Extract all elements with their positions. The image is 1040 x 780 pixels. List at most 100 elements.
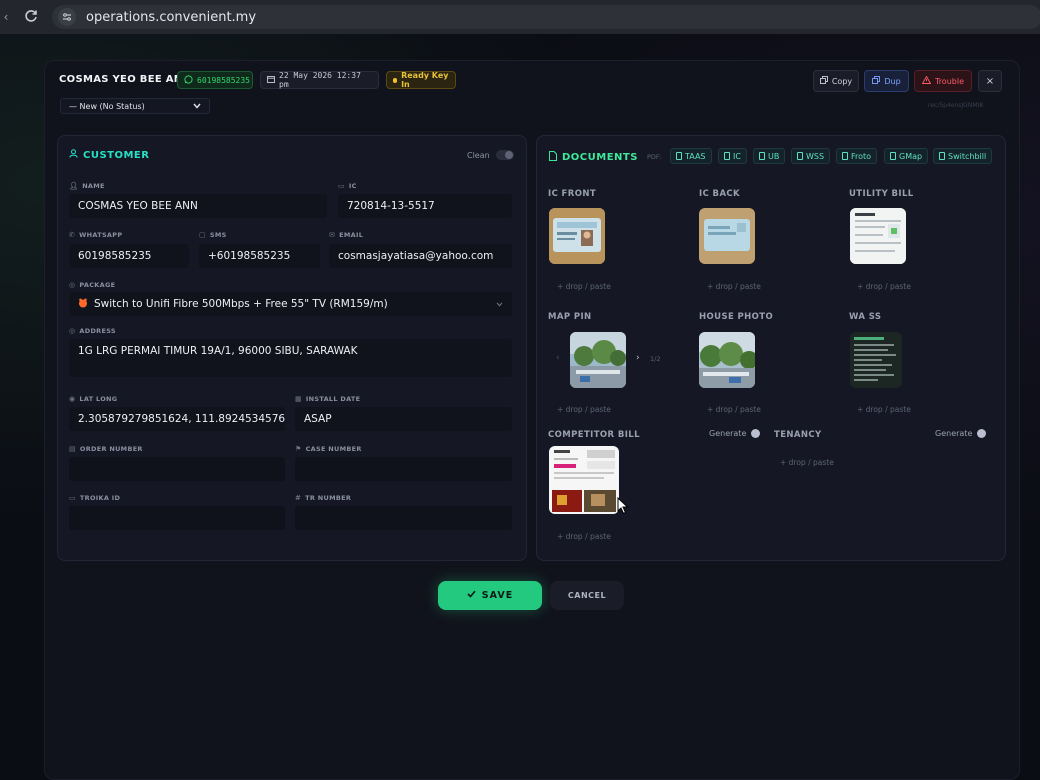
documents-title-text: DOCUMENTS	[562, 152, 638, 163]
install-date-field[interactable]: ASAP	[295, 407, 512, 431]
ic-front-label: IC FRONT	[548, 189, 597, 199]
address-field[interactable]: 1G LRG PERMAI TIMUR 19A/1, 96000 SIBU, S…	[69, 339, 512, 377]
dup-button[interactable]: Dup	[864, 70, 909, 92]
pdf-chip-switchbill[interactable]: Switchbill	[933, 148, 993, 164]
name-field[interactable]: COSMAS YEO BEE ANN	[69, 194, 327, 218]
address-bar[interactable]: operations.convenient.my	[52, 5, 1040, 29]
save-button-label: SAVE	[481, 590, 514, 601]
house-photo-drop[interactable]: + drop / paste	[707, 405, 761, 414]
email-field[interactable]: cosmasjayatiasa@yahoo.com	[329, 244, 512, 268]
pdf-icon	[759, 152, 765, 160]
generate-switch-icon[interactable]	[977, 429, 987, 438]
pdf-chip-froto[interactable]: Froto	[836, 148, 878, 164]
clean-label: Clean	[467, 150, 490, 160]
documents-section-title: DOCUMENTS	[549, 151, 638, 164]
check-icon	[467, 590, 476, 601]
map-pin-thumbnail[interactable]	[570, 332, 626, 388]
hash-icon: #	[295, 494, 302, 502]
datetime-badge: 22 May 2026 12:37 pm	[260, 71, 379, 89]
latlong-field[interactable]: 2.305879279851624, 111.892453457671	[69, 407, 285, 431]
house-photo-thumbnail[interactable]	[699, 332, 755, 388]
previous-icon[interactable]: ‹	[556, 353, 560, 363]
order-number-label: ▤ ORDER NUMBER	[69, 445, 143, 453]
tenancy-drop[interactable]: + drop / paste	[780, 458, 834, 467]
reload-icon[interactable]	[24, 9, 38, 23]
competitor-bill-thumbnail[interactable]	[549, 446, 619, 514]
pin-icon: ◎	[69, 327, 76, 335]
utility-bill-thumbnail[interactable]	[850, 208, 906, 264]
customer-section-title: CUSTOMER	[69, 149, 149, 161]
status-select[interactable]: — New (No Status)	[60, 98, 210, 114]
pdf-icon	[724, 152, 730, 160]
generate-switch-icon[interactable]	[751, 429, 761, 438]
map-pin-drop[interactable]: + drop / paste	[557, 405, 611, 414]
pdf-chip-ic[interactable]: IC	[718, 148, 747, 164]
tenancy-generate-toggle[interactable]: Generate	[935, 429, 987, 438]
customer-title-text: CUSTOMER	[83, 149, 150, 161]
next-icon[interactable]: ›	[636, 353, 640, 363]
ic-back-drop[interactable]: + drop / paste	[707, 282, 761, 291]
cancel-button[interactable]: CANCEL	[550, 581, 624, 610]
close-button[interactable]: ×	[978, 70, 1002, 92]
site-info-icon[interactable]	[58, 8, 76, 26]
wa-ss-drop[interactable]: + drop / paste	[857, 405, 911, 414]
order-number-field[interactable]	[69, 457, 285, 481]
ic-field[interactable]: 720814-13-5517	[338, 194, 512, 218]
globe-icon: ◉	[69, 395, 76, 403]
troika-id-field[interactable]	[69, 506, 285, 530]
pdf-chip-gmap[interactable]: GMap	[884, 148, 929, 164]
map-pin-label: MAP PIN	[548, 312, 592, 322]
pdf-icon	[890, 152, 896, 160]
tenancy-label: TENANCY	[774, 430, 822, 440]
install-date-label: ▦ INSTALL DATE	[295, 395, 361, 403]
clean-toggle[interactable]: Clean	[467, 150, 514, 160]
wa-ss-label: WA SS	[849, 312, 882, 322]
datetime-text: 22 May 2026 12:37 pm	[279, 71, 361, 89]
map-counter: 1/2	[650, 355, 661, 363]
generate-label: Generate	[709, 429, 747, 438]
competitor-generate-toggle[interactable]: Generate	[709, 429, 761, 438]
ic-back-thumbnail[interactable]	[699, 208, 755, 264]
case-number-field[interactable]	[295, 457, 512, 481]
pdf-chip-wss[interactable]: WSS	[791, 148, 831, 164]
status-select-value: — New (No Status)	[69, 101, 145, 111]
copy-icon	[819, 76, 828, 86]
competitor-bill-label: COMPETITOR BILL	[548, 430, 640, 440]
competitor-bill-drop[interactable]: + drop / paste	[557, 532, 611, 541]
trouble-button[interactable]: Trouble	[914, 70, 972, 92]
address-label: ◎ ADDRESS	[69, 327, 116, 335]
whatsapp-label: ✆ WHATSAPP	[69, 231, 123, 239]
close-icon: ×	[985, 75, 995, 87]
pdf-icon	[797, 152, 803, 160]
email-label: ✉ EMAIL	[329, 231, 364, 239]
whatsapp-icon	[184, 74, 193, 86]
trouble-button-label: Trouble	[934, 76, 964, 86]
wa-ss-thumbnail[interactable]	[850, 332, 902, 388]
sms-field[interactable]: +60198585235	[199, 244, 320, 268]
package-select[interactable]: Switch to Unifi Fibre 500Mbps + Free 55"…	[69, 292, 512, 316]
copy-button-label: Copy	[831, 76, 853, 86]
clean-switch[interactable]	[495, 150, 514, 160]
utility-bill-drop[interactable]: + drop / paste	[857, 282, 911, 291]
ic-front-thumbnail[interactable]	[549, 208, 605, 264]
tr-number-field[interactable]	[295, 506, 512, 530]
status-dot-icon	[393, 77, 398, 83]
whatsapp-field[interactable]: 60198585235	[69, 244, 189, 268]
utility-bill-label: UTILITY BILL	[849, 189, 914, 199]
cancel-button-label: CANCEL	[567, 591, 607, 600]
ic-front-drop[interactable]: + drop / paste	[557, 282, 611, 291]
package-label: ◎ PACKAGE	[69, 281, 116, 289]
save-button[interactable]: SAVE	[438, 581, 542, 610]
mail-icon: ✉	[329, 231, 336, 239]
pdf-icon	[939, 152, 945, 160]
pdf-icon	[676, 152, 682, 160]
latlong-label: ◉ LAT LONG	[69, 395, 118, 403]
mouse-cursor-icon	[617, 497, 629, 515]
pdf-chip-taas[interactable]: TAAS	[670, 148, 712, 164]
chevron-down-icon	[193, 102, 201, 111]
back-icon[interactable]: ‹	[0, 0, 12, 34]
copy-button[interactable]: Copy	[813, 70, 859, 92]
document-icon	[549, 151, 557, 164]
whatsapp-badge[interactable]: 60198585235	[177, 71, 253, 89]
pdf-chip-ub[interactable]: UB	[753, 148, 786, 164]
